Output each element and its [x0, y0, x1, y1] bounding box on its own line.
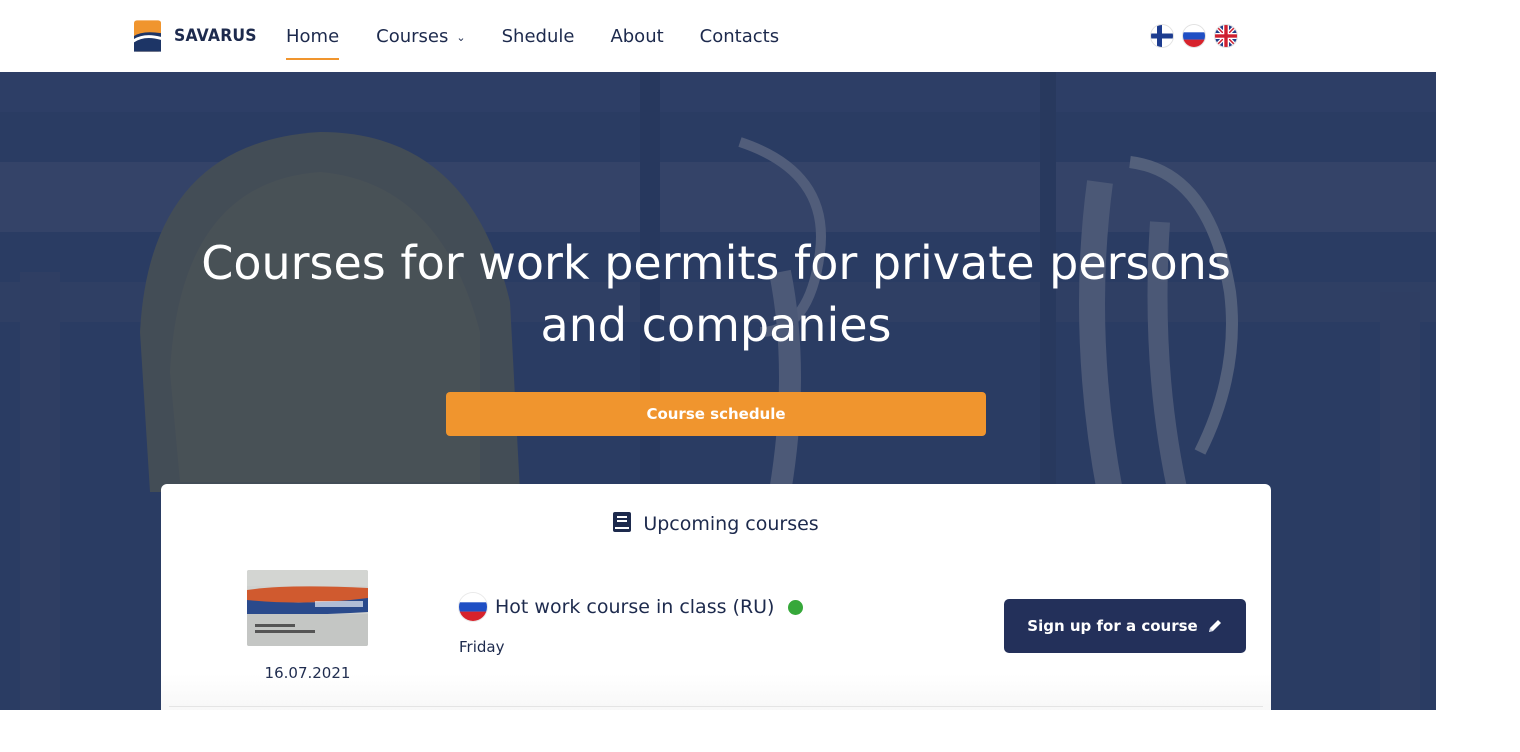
nav-contacts-label: Contacts: [699, 25, 780, 47]
hero-section: Courses for work permits for private per…: [0, 72, 1436, 710]
nav-about-label: About: [610, 25, 664, 47]
card-fade: [161, 674, 1271, 710]
main-nav: Home Courses ⌄ Shedule About Contacts: [278, 0, 779, 72]
sign-up-label: Sign up for a course: [1027, 617, 1198, 635]
nav-about[interactable]: About: [610, 0, 663, 72]
pencil-icon: [1208, 620, 1221, 632]
chevron-down-icon: ⌄: [456, 30, 466, 44]
nav-contacts[interactable]: Contacts: [700, 0, 779, 72]
card-divider: [169, 706, 1263, 707]
logo-text: SAVARUS: [174, 26, 257, 46]
course-title[interactable]: Hot work course in class (RU): [459, 593, 804, 621]
course-day: Friday: [459, 638, 505, 656]
flag-finland-icon[interactable]: [1151, 25, 1173, 47]
hero-title: Courses for work permits for private per…: [201, 236, 1231, 352]
status-dot: [788, 599, 804, 615]
nav-home-label: Home: [286, 25, 340, 47]
flag-russia-icon[interactable]: [1183, 25, 1205, 47]
nav-courses[interactable]: Courses ⌄: [376, 0, 465, 72]
nav-courses-label: Courses: [376, 25, 449, 47]
upcoming-courses-heading: Upcoming courses: [161, 512, 1271, 535]
logo-icon: [134, 20, 162, 52]
nav-schedule-label: Shedule: [501, 25, 575, 47]
upcoming-courses-card: Upcoming courses 16.07.2021 Hot work cou…: [161, 484, 1271, 710]
site-header: SAVARUS Home Courses ⌄ Shedule About Con…: [0, 0, 1436, 72]
course-card-image[interactable]: [247, 570, 368, 646]
nav-schedule[interactable]: Shedule: [502, 0, 575, 72]
upcoming-courses-title: Upcoming courses: [643, 513, 819, 535]
flag-uk-icon[interactable]: [1215, 25, 1237, 47]
flag-russia-icon: [459, 593, 487, 621]
course-schedule-button[interactable]: Course schedule: [446, 392, 986, 436]
logo[interactable]: SAVARUS: [134, 14, 264, 58]
language-switcher: [1151, 25, 1247, 47]
nav-home[interactable]: Home: [286, 0, 340, 72]
course-title-text: Hot work course in class (RU): [495, 596, 775, 618]
book-icon: [613, 512, 632, 532]
sign-up-button[interactable]: Sign up for a course: [1004, 599, 1246, 653]
